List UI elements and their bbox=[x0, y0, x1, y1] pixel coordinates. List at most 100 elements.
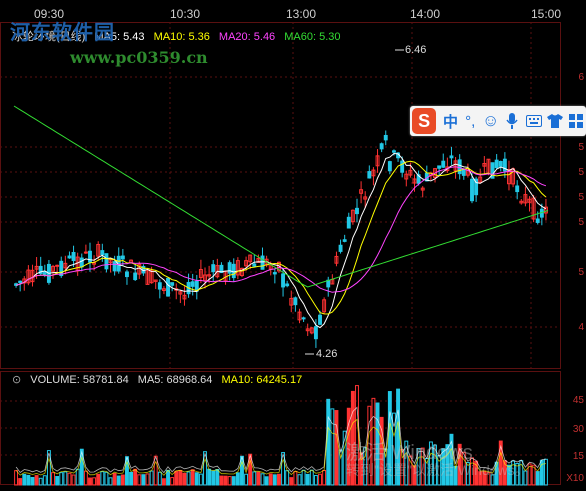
candle-body bbox=[494, 159, 499, 169]
ime-punctuation-button[interactable]: °, bbox=[461, 106, 480, 136]
candle-body bbox=[252, 263, 257, 267]
candle-body bbox=[535, 218, 540, 223]
toolbox-grid-icon[interactable] bbox=[565, 106, 586, 136]
volume-bar bbox=[330, 408, 335, 486]
price-axis-label: 5 bbox=[578, 217, 584, 228]
volume-bar bbox=[309, 469, 314, 486]
ime-toolbar[interactable]: S 中 °, ☺ bbox=[410, 106, 586, 136]
mic-icon[interactable] bbox=[502, 106, 523, 136]
volume-bar bbox=[14, 470, 19, 486]
volume-bar bbox=[71, 474, 76, 486]
volume-bar bbox=[256, 471, 261, 486]
volume-bar bbox=[88, 477, 92, 486]
price-axis-label: 4 bbox=[578, 322, 584, 333]
volume-bar bbox=[178, 469, 183, 486]
ma10-line bbox=[15, 160, 547, 315]
candle-body bbox=[260, 255, 265, 270]
volume-bar bbox=[108, 477, 113, 486]
price-axis-label: 5 bbox=[578, 192, 584, 203]
candle-body bbox=[18, 280, 23, 284]
volume-bar bbox=[289, 477, 294, 486]
volume-bar bbox=[96, 473, 101, 486]
volume-bar bbox=[137, 474, 142, 486]
collapse-toggle-icon[interactable]: ⊙ bbox=[12, 374, 21, 386]
time-label: 15:00 bbox=[531, 7, 562, 21]
volume-bar bbox=[149, 470, 154, 486]
candle-body bbox=[355, 207, 359, 215]
volume-bar bbox=[297, 474, 302, 486]
candle-body bbox=[498, 161, 503, 167]
candle-body bbox=[120, 255, 125, 260]
price-chart[interactable]: 冰轮环境(日线) MA5: 5.43 MA10: 5.36 MA20: 5.46… bbox=[0, 22, 586, 370]
volume-bar bbox=[22, 473, 27, 486]
candle-body bbox=[211, 264, 216, 273]
volume-bar bbox=[100, 471, 105, 486]
candle-body bbox=[55, 264, 60, 267]
volume-bar bbox=[104, 471, 109, 486]
ma5-line bbox=[15, 152, 547, 329]
keyboard-icon[interactable] bbox=[522, 106, 544, 136]
candle-body bbox=[67, 255, 72, 259]
volume-bar bbox=[186, 471, 191, 486]
volume-bar bbox=[18, 478, 23, 486]
volume-bar bbox=[194, 472, 199, 486]
candle-body bbox=[59, 260, 64, 277]
volume-bar bbox=[301, 469, 306, 486]
volume-bar bbox=[112, 472, 117, 486]
candle-body bbox=[346, 216, 351, 229]
volume-bar bbox=[133, 468, 138, 486]
candle-body bbox=[79, 257, 84, 268]
ma20-line bbox=[15, 166, 547, 293]
ma60-label: MA60: 5.30 bbox=[284, 31, 341, 43]
candle-body bbox=[157, 282, 162, 290]
volume-bar bbox=[268, 473, 273, 486]
volume-bar bbox=[92, 477, 97, 486]
ime-chinese-mode-button[interactable]: 中 bbox=[440, 106, 461, 136]
time-label: 14:00 bbox=[410, 7, 441, 21]
volume-bar bbox=[207, 468, 212, 486]
candle-body bbox=[272, 272, 277, 275]
volume-bar bbox=[252, 471, 257, 486]
candle-body bbox=[338, 244, 343, 252]
candle-body bbox=[112, 261, 117, 272]
volume-bar bbox=[42, 475, 47, 486]
volume-bar bbox=[157, 471, 162, 486]
volume-bar bbox=[174, 470, 179, 486]
candle-body bbox=[71, 252, 76, 262]
candle-body bbox=[318, 314, 322, 325]
candle-body bbox=[457, 159, 462, 175]
price-axis-label: 5 bbox=[578, 167, 584, 178]
candle-body bbox=[125, 271, 129, 278]
activate-windows-hint: 转到"设置"以激活 Windows。 bbox=[346, 462, 529, 478]
volume-bar bbox=[116, 475, 121, 486]
volume-bar bbox=[264, 476, 269, 486]
volume-bar bbox=[276, 473, 281, 486]
candlestick-chart[interactable] bbox=[0, 22, 586, 370]
ma20-label: MA20: 5.46 bbox=[218, 31, 276, 43]
price-axis-label: 5 bbox=[578, 267, 584, 278]
volume-bar bbox=[223, 475, 228, 486]
price-axis-label: 6 bbox=[578, 72, 584, 83]
time-label: 13:00 bbox=[286, 7, 317, 21]
candle-body bbox=[392, 150, 396, 153]
volume-axis-unit: X10 bbox=[566, 473, 584, 484]
volume-bar bbox=[535, 471, 540, 486]
volume-bar bbox=[26, 474, 31, 486]
volume-bar bbox=[318, 473, 322, 486]
candle-body bbox=[170, 282, 175, 286]
time-label: 10:30 bbox=[170, 7, 201, 21]
price-axis-label: 5 bbox=[578, 142, 584, 153]
ime-logo-icon[interactable]: S bbox=[412, 108, 437, 134]
skin-shirt-icon[interactable] bbox=[545, 106, 566, 136]
ime-emoji-button[interactable]: ☺ bbox=[480, 106, 502, 136]
volume-bar bbox=[67, 472, 72, 486]
candle-body bbox=[104, 253, 109, 270]
high-price-label: 6.46 bbox=[405, 44, 427, 56]
volume-bar bbox=[59, 472, 64, 486]
volume-bar bbox=[272, 474, 277, 486]
volume-bar bbox=[34, 475, 39, 486]
candle-body bbox=[313, 326, 318, 340]
volume-bar bbox=[543, 458, 548, 486]
volume-axis-label: 45 bbox=[572, 395, 584, 406]
volume-label: VOLUME: 58781.84 bbox=[30, 374, 129, 386]
